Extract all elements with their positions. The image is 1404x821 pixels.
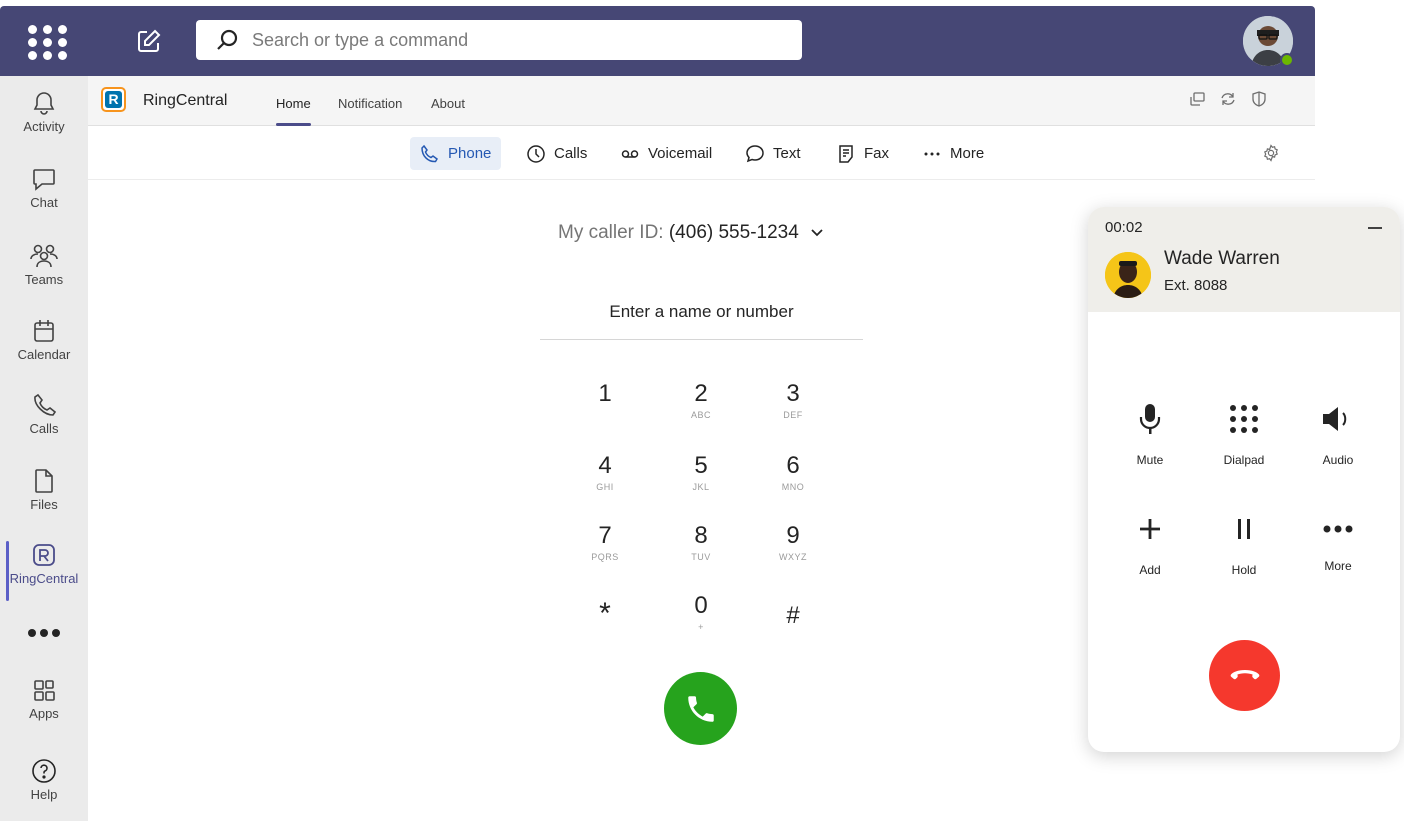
dialpad-key-8[interactable]: 8 TUV <box>666 522 736 578</box>
rail-item-files[interactable]: Files <box>0 468 88 538</box>
chevron-down-icon <box>811 229 823 237</box>
dialpad-button[interactable]: Dialpad <box>1204 399 1284 477</box>
dialpad-key-7[interactable]: 7 PQRS <box>570 522 640 578</box>
rail-item-calls[interactable]: Calls <box>0 392 88 462</box>
ringcentral-icon <box>33 544 55 566</box>
caller-id-selector[interactable]: My caller ID: (406) 555-1234 <box>558 222 824 244</box>
subtab-text[interactable]: Text <box>735 137 811 170</box>
search-icon <box>217 29 238 50</box>
dialpad-key-0[interactable]: 0 + <box>666 592 736 648</box>
rail-item-label: Chat <box>30 195 58 210</box>
rail-item-apps[interactable]: Apps <box>0 677 88 747</box>
app-name: RingCentral <box>143 92 228 109</box>
subtab-phone[interactable]: Phone <box>410 137 502 170</box>
search-input[interactable] <box>252 29 752 51</box>
call-timer: 00:02 <box>1105 219 1143 236</box>
ringcentral-logo: R <box>101 87 126 112</box>
rail-item-teams[interactable]: Teams <box>0 243 88 313</box>
more-icon <box>1323 525 1353 533</box>
caller-id-number: (406) 555-1234 <box>668 222 799 243</box>
rail-item-chat[interactable]: Chat <box>0 166 88 236</box>
rail-item-activity[interactable]: Activity <box>0 90 88 160</box>
subtab-more[interactable]: More <box>912 137 994 170</box>
phone-icon <box>687 695 714 722</box>
voicemail-icon <box>621 149 639 158</box>
popout-icon[interactable] <box>1188 90 1206 108</box>
tab-notification[interactable]: Notification <box>338 96 402 111</box>
app-launcher-icon[interactable] <box>28 25 68 61</box>
help-icon <box>32 759 56 783</box>
dialpad-key-hash[interactable]: # <box>758 602 828 658</box>
dialpad-key-4[interactable]: 4 GHI <box>570 452 640 508</box>
presence-status-icon <box>1280 53 1294 67</box>
tab-home[interactable]: Home <box>276 96 311 111</box>
mute-button[interactable]: Mute <box>1110 399 1190 477</box>
settings-gear-icon[interactable] <box>1262 144 1280 162</box>
hold-button[interactable]: Hold <box>1204 509 1284 587</box>
dialpad-key-1[interactable]: 1 <box>570 380 640 436</box>
message-icon <box>746 144 764 162</box>
clock-icon <box>527 144 545 163</box>
rail-item-label: Calendar <box>17 347 71 362</box>
rail-item-label: RingCentral <box>9 571 79 586</box>
rail-item-calendar[interactable]: Calendar <box>0 318 88 388</box>
refresh-icon[interactable] <box>1219 90 1237 108</box>
contact-avatar <box>1105 252 1151 298</box>
dialpad-key-star[interactable]: * <box>570 599 640 656</box>
more-icon <box>924 152 940 155</box>
contact-extension: Ext. 8088 <box>1164 277 1228 294</box>
dialpad-key-3[interactable]: 3 DEF <box>758 380 828 436</box>
bell-icon <box>33 92 55 115</box>
rail-item-label: Teams <box>24 272 64 287</box>
rail-item-label: Calls <box>29 421 59 436</box>
app-header: R RingCentral Home Notification About <box>88 76 1315 126</box>
apps-icon <box>34 680 55 701</box>
dialpad-icon <box>1230 405 1258 433</box>
privacy-shield-icon[interactable] <box>1250 90 1268 108</box>
hang-up-button[interactable] <box>1209 640 1280 711</box>
search-box[interactable] <box>196 20 802 60</box>
dialpad-key-9[interactable]: 9 WXYZ <box>758 522 828 578</box>
chat-icon <box>33 169 55 191</box>
rail-item-ringcentral[interactable]: RingCentral <box>0 542 88 612</box>
dialpad-key-6[interactable]: 6 MNO <box>758 452 828 508</box>
plus-icon <box>1140 519 1160 539</box>
dialpad-key-5[interactable]: 5 JKL <box>666 452 736 508</box>
rail-item-label: Files <box>30 497 58 512</box>
pause-icon <box>1238 519 1250 539</box>
phone-icon <box>421 144 438 162</box>
hang-up-icon <box>1230 669 1259 679</box>
subtab-fax[interactable]: Fax <box>826 137 899 170</box>
call-panel-header: 00:02 Wade Warren Ext. 8088 <box>1088 207 1400 312</box>
compose-icon[interactable] <box>136 28 162 54</box>
speaker-icon <box>1323 407 1347 431</box>
phone-subnav: Phone Calls Voicemail Text Fax More <box>88 126 1315 180</box>
minimize-icon[interactable] <box>1368 227 1382 229</box>
more-icon <box>28 629 60 637</box>
contact-name: Wade Warren <box>1164 248 1280 269</box>
subtab-calls[interactable]: Calls <box>516 137 597 170</box>
subtab-voicemail[interactable]: Voicemail <box>610 137 722 170</box>
teams-icon <box>30 244 58 268</box>
dialpad-key-2[interactable]: 2 ABC <box>666 380 736 436</box>
active-call-panel: 00:02 Wade Warren Ext. 8088 Mute Dialpad… <box>1088 207 1400 752</box>
add-button[interactable]: Add <box>1110 509 1190 587</box>
phone-icon <box>34 393 56 416</box>
call-button[interactable] <box>664 672 737 745</box>
audio-button[interactable]: Audio <box>1298 399 1378 477</box>
tab-about[interactable]: About <box>431 96 465 111</box>
rail-item-label: Activity <box>23 119 65 134</box>
more-button[interactable]: More <box>1298 509 1378 587</box>
number-input[interactable] <box>540 284 863 340</box>
rail-item-label: Help <box>30 787 58 802</box>
rail-item-label: Apps <box>29 706 59 721</box>
app-rail: Activity Chat Teams Calendar Calls Files… <box>0 76 88 821</box>
rail-item-help[interactable]: Help <box>0 758 88 821</box>
calendar-icon <box>34 320 54 342</box>
caller-id-label: My caller ID: <box>558 222 664 243</box>
top-bar <box>0 6 1315 76</box>
fax-icon <box>839 144 853 163</box>
file-icon <box>35 469 53 493</box>
microphone-icon <box>1139 404 1161 434</box>
